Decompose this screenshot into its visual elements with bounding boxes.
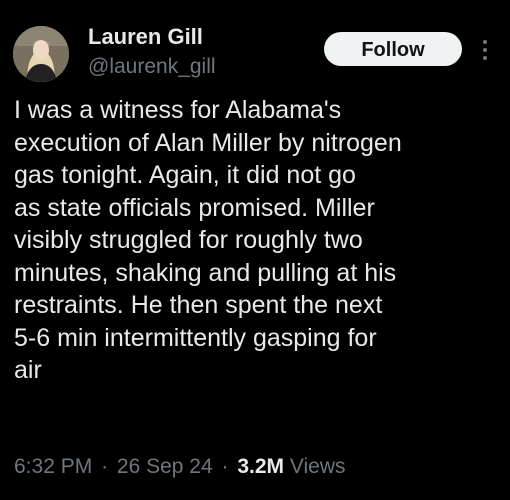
- avatar-image: [13, 26, 69, 82]
- views-label: Views: [289, 455, 346, 478]
- author-handle[interactable]: @laurenk_gill: [88, 54, 216, 80]
- meta-separator: ·: [101, 455, 109, 478]
- avatar[interactable]: [13, 26, 69, 82]
- tweet-card: Lauren Gill @laurenk_gill Follow I was a…: [0, 0, 510, 500]
- author-info: Lauren Gill @laurenk_gill: [88, 24, 216, 80]
- tweet-meta: 6:32 PM · 26 Sep 24 · 3.2M Views: [14, 452, 346, 482]
- tweet-time[interactable]: 6:32 PM: [14, 455, 92, 478]
- author-display-name[interactable]: Lauren Gill: [88, 24, 216, 50]
- more-vertical-icon[interactable]: [478, 38, 492, 62]
- views-count[interactable]: 3.2M: [237, 455, 284, 478]
- tweet-date[interactable]: 26 Sep 24: [117, 455, 213, 478]
- meta-separator: ·: [221, 455, 229, 478]
- follow-button[interactable]: Follow: [324, 32, 462, 66]
- tweet-text: I was a witness for Alabama's execution …: [14, 96, 402, 384]
